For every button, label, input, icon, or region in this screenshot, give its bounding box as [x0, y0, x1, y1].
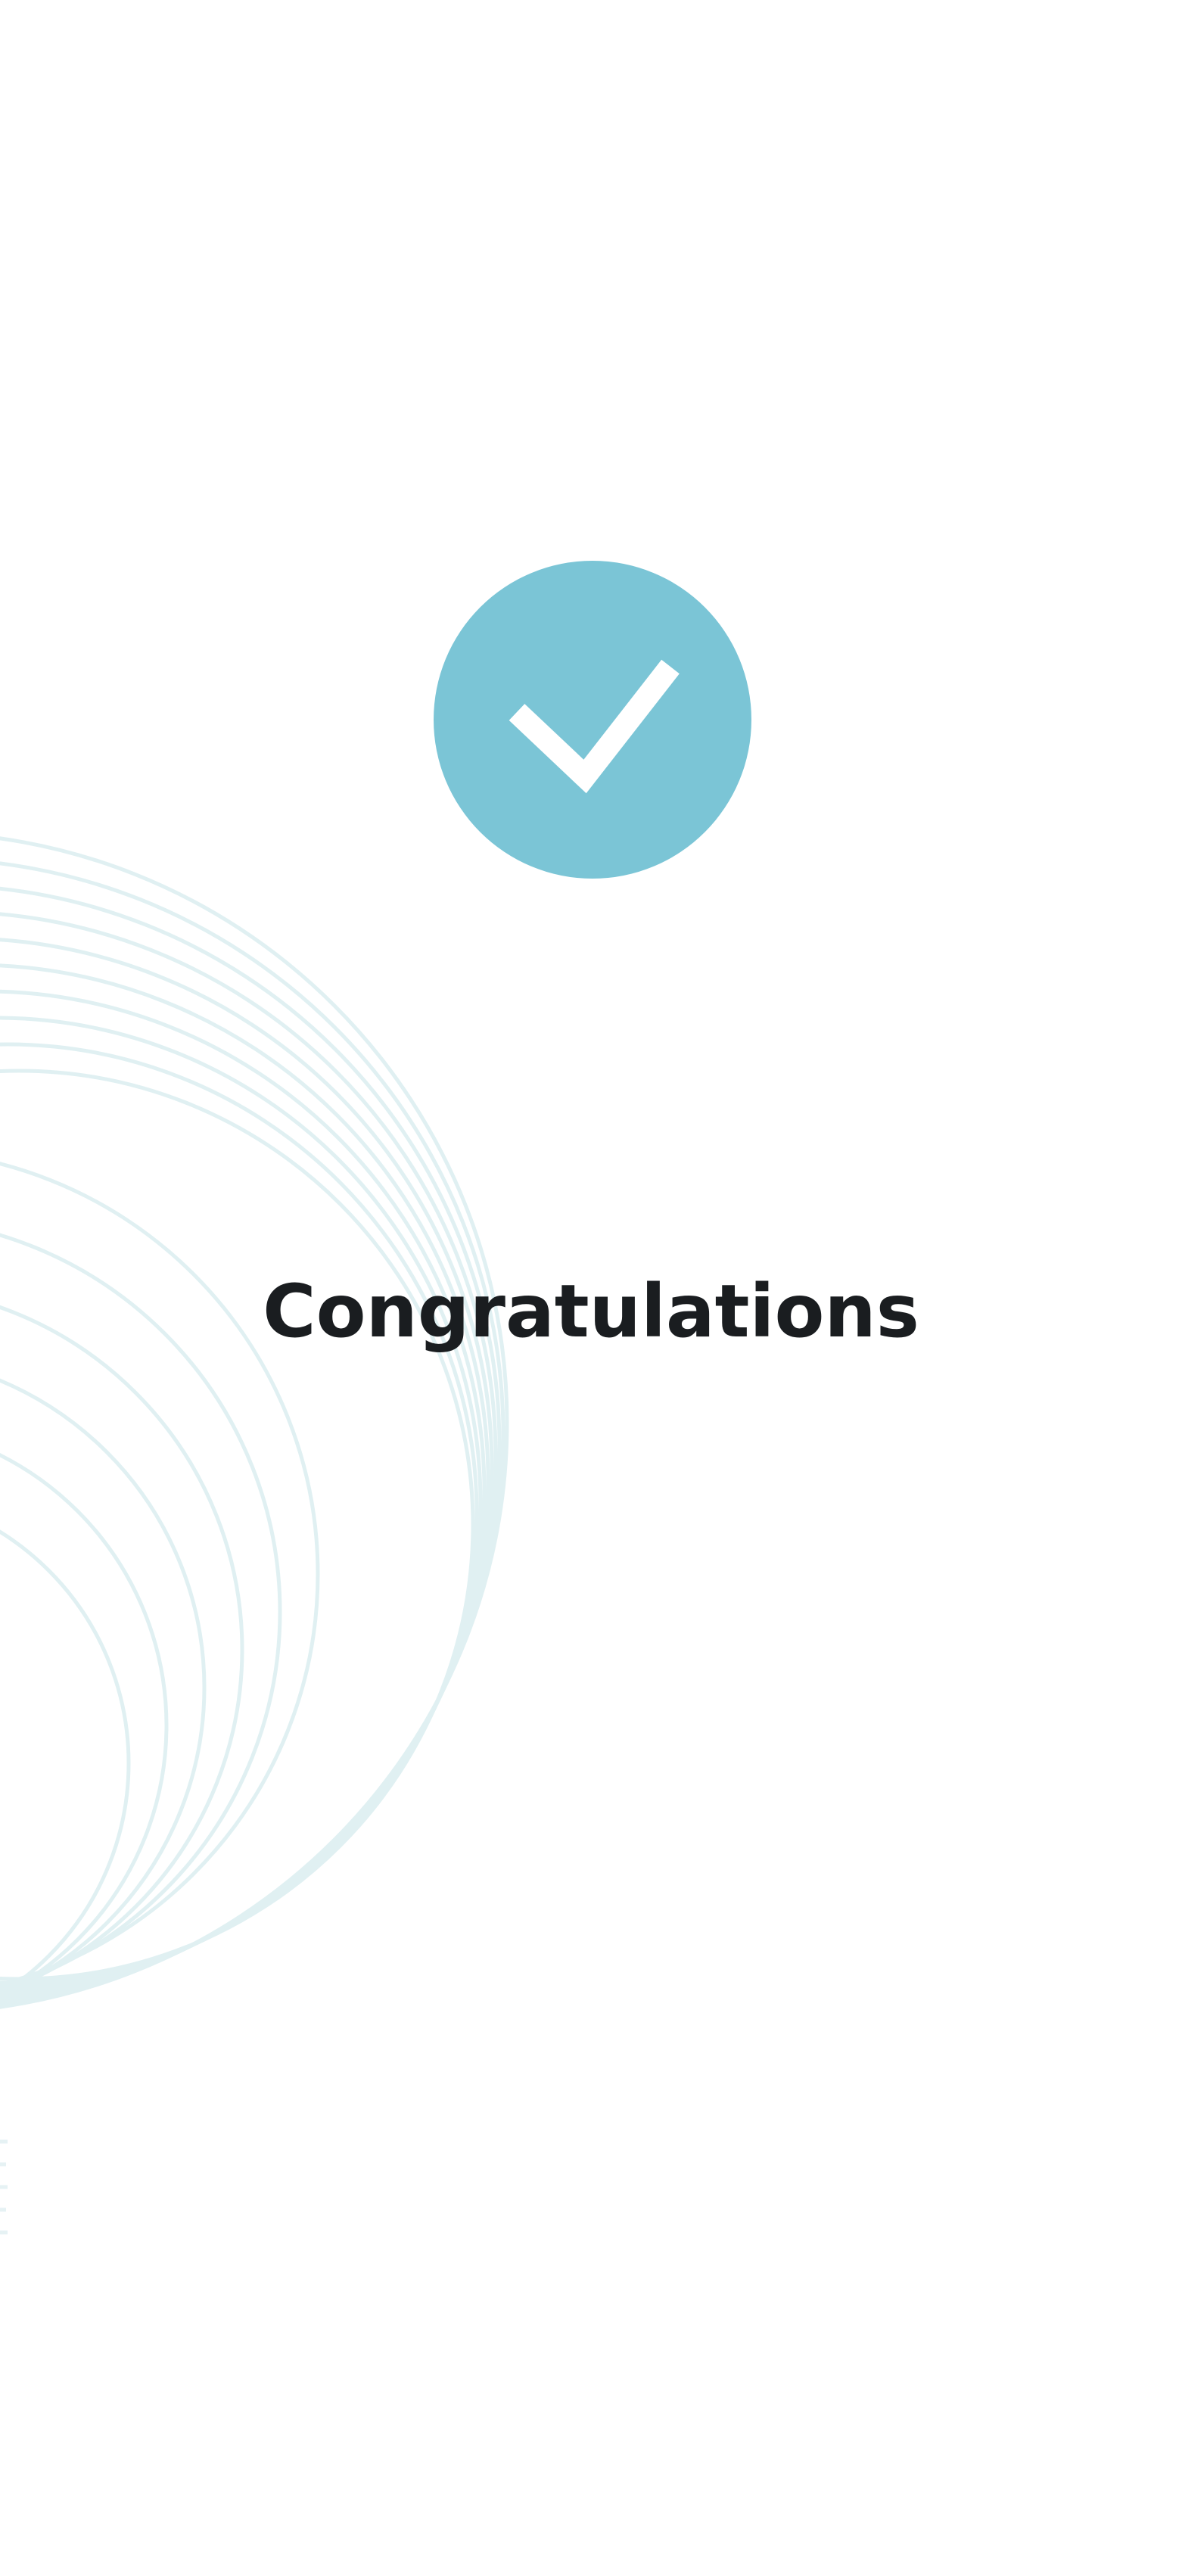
page-title: Congratulations: [263, 1269, 919, 1354]
success-screen: Congratulations: [0, 0, 1182, 2576]
success-badge: [434, 561, 751, 879]
checkmark-icon: [509, 659, 680, 794]
